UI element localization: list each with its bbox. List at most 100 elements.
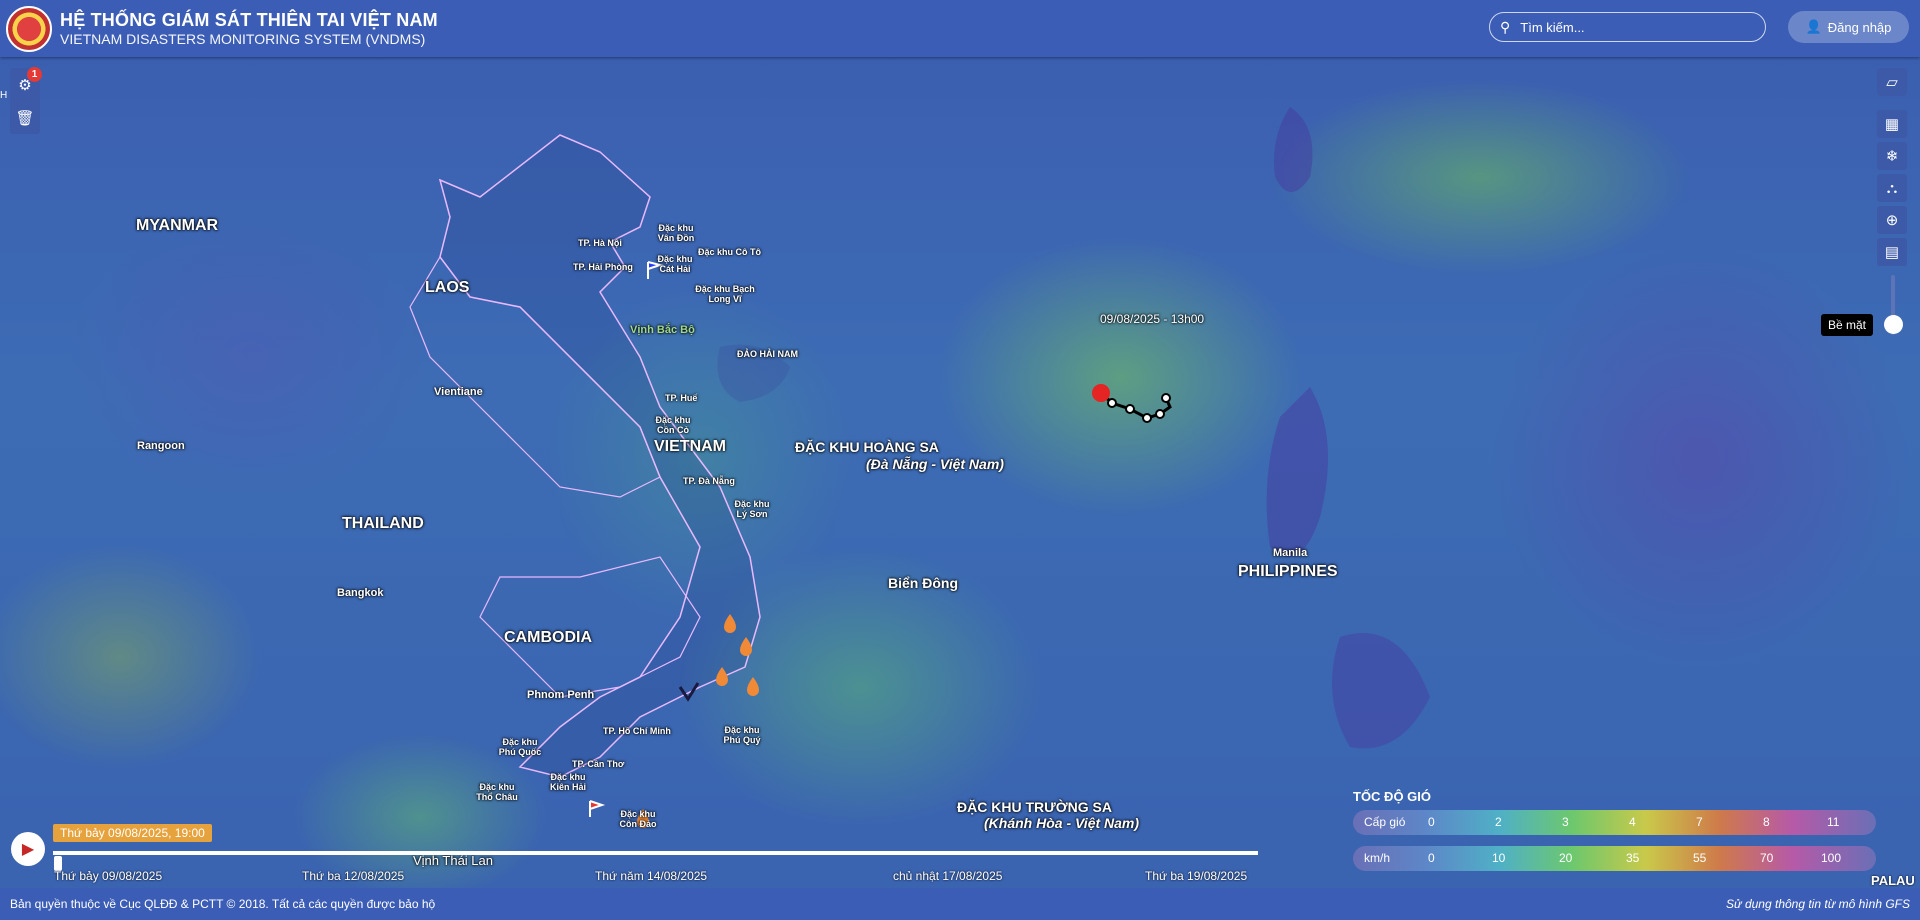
label-palau: PALAU <box>1871 873 1915 888</box>
timeline-tick: chủ nhật 17/08/2025 <box>893 869 1003 883</box>
timeline-track[interactable] <box>53 851 1258 855</box>
wind-map[interactable]: MYANMAR LAOS THAILAND CAMBODIA VIETNAM P… <box>0 57 1920 888</box>
edge-letter: H <box>0 90 8 101</box>
label-truong-sa: ĐẶC KHU TRƯỜNG SA <box>957 799 1112 815</box>
app-titles: HỆ THỐNG GIÁM SÁT THIÊN TAI VIỆT NAM VIE… <box>60 10 438 47</box>
right-toolbar: ▱ ▦ ❄ ⛬ ⊕ ▤ <box>1877 68 1909 266</box>
taiwan-island <box>1274 107 1313 192</box>
notification-badge: 1 <box>27 67 42 82</box>
legend-kmh-value: 35 <box>1626 851 1640 865</box>
legend-level-value: 7 <box>1696 815 1703 829</box>
label-vientiane: Vientiane <box>434 386 483 398</box>
label-bien-dong: Biển Đông <box>888 575 958 591</box>
legend-kmh-value: 20 <box>1559 851 1573 865</box>
label-dao-hai-nam: ĐẢO HẢI NAM <box>737 349 798 359</box>
philippines-south <box>1332 633 1430 749</box>
label-rangoon: Rangoon <box>137 440 185 452</box>
luzon-island <box>1266 387 1328 557</box>
storm-point <box>1142 413 1152 423</box>
label-van-don: Đặc khu Vân Đồn <box>657 223 695 244</box>
timeline-tick: Thứ năm 14/08/2025 <box>595 869 708 883</box>
map-overlay <box>409 107 1430 828</box>
label-co-to: Đặc khu Cô Tô <box>698 247 762 257</box>
label-hanoi: TP. Hà Nội <box>578 238 622 248</box>
label-phu-quoc: Đặc khu Phú Quốc <box>498 737 542 758</box>
label-vinh-thai-lan: Vịnh Thái Lan <box>413 853 493 868</box>
vietnam-border <box>438 134 761 778</box>
label-truong-sa-sub: (Khánh Hòa - Việt Nam) <box>984 815 1140 831</box>
storm-time-label: 09/08/2025 - 13h00 <box>1100 312 1205 326</box>
layers-icon[interactable]: ▦ <box>1877 110 1907 138</box>
label-manila: Manila <box>1273 547 1308 559</box>
footer-bar: Bản quyền thuộc về Cục QLĐĐ & PCTT © 201… <box>0 888 1920 920</box>
search-icon: ⚲ <box>1500 18 1511 35</box>
warning-marker <box>747 677 759 696</box>
label-philippines: PHILIPPINES <box>1238 563 1338 580</box>
label-haiphong: TP. Hải Phòng <box>573 262 633 272</box>
label-cat-hai: Đặc khu Cát Hải <box>657 254 693 275</box>
search-input[interactable] <box>1518 18 1743 36</box>
legend-kmh-value: 70 <box>1760 851 1774 865</box>
footer-copyright: Bản quyền thuộc về Cục QLĐĐ & PCTT © 201… <box>10 897 436 911</box>
flag-marker <box>589 800 606 817</box>
timeline-tick: Thứ bảy 09/08/2025 <box>54 869 163 883</box>
label-hoang-sa: ĐẶC KHU HOÀNG SA <box>795 439 939 455</box>
snowflake-icon[interactable]: ❄ <box>1877 142 1907 170</box>
storm-current-position <box>1092 384 1110 402</box>
altitude-slider-knob[interactable] <box>1884 315 1903 334</box>
legend-level-value: 0 <box>1428 815 1435 829</box>
storm-point <box>1161 393 1171 403</box>
label-cantho: TP. Cần Thơ <box>572 759 625 769</box>
label-phnom-penh: Phnom Penh <box>527 689 595 701</box>
label-hcm: TP. Hồ Chí Minh <box>603 726 671 736</box>
label-tho-chau: Đặc khu Thổ Châu <box>476 782 518 803</box>
label-laos: LAOS <box>425 279 470 296</box>
search-box[interactable]: ⚲ <box>1489 12 1766 42</box>
label-danang: TP. Đà Nẵng <box>683 476 735 486</box>
label-hue: TP. Huế <box>665 393 698 403</box>
label-con-dao: Đặc khu Côn Đảo <box>619 809 657 830</box>
label-bach-long-vi: Đặc khu Bạch Long Vĩ <box>695 284 755 305</box>
network-icon[interactable]: ⛬ <box>1877 174 1907 202</box>
app-title: HỆ THỐNG GIÁM SÁT THIÊN TAI VIỆT NAM <box>60 10 438 31</box>
play-button[interactable]: ▶ <box>11 832 45 866</box>
book-icon[interactable]: ▤ <box>1877 238 1907 266</box>
legend-kmh-value: 0 <box>1428 851 1435 865</box>
app-subtitle: VIETNAM DISASTERS MONITORING SYSTEM (VND… <box>60 30 426 47</box>
legend-level-value: 3 <box>1562 815 1569 829</box>
label-con-co: Đặc khu Cồn Cỏ <box>655 415 691 436</box>
legend-level-value: 4 <box>1629 815 1636 829</box>
trash-icon[interactable]: 🗑 <box>15 109 34 127</box>
legend-kmh-value: 55 <box>1693 851 1707 865</box>
legend-level-bar: Cấp gió 0 2 3 4 7 8 11 <box>1353 810 1876 835</box>
label-vinh-bac-bo: Vịnh Bắc Bộ <box>630 324 695 336</box>
legend-kmh-value: 100 <box>1821 851 1842 865</box>
top-header: HỆ THỐNG GIÁM SÁT THIÊN TAI VIỆT NAM VIE… <box>0 0 1920 57</box>
legend-level-label: Cấp gió <box>1364 815 1406 829</box>
login-label: Đăng nhập <box>1827 19 1892 35</box>
app-logo[interactable] <box>6 5 52 52</box>
zoom-icon[interactable]: ⊕ <box>1877 206 1907 234</box>
storm-point <box>1107 398 1117 408</box>
user-icon: 👤 <box>1805 19 1822 34</box>
legend-kmh-label: km/h <box>1364 851 1391 865</box>
label-vietnam: VIETNAM <box>654 438 726 455</box>
legend-level-value: 2 <box>1495 815 1502 829</box>
legend-kmh-value: 10 <box>1492 851 1506 865</box>
current-time-badge: Thứ bảy 09/08/2025, 19:00 <box>53 824 212 842</box>
legend-title: TỐC ĐỘ GIÓ <box>1353 789 1431 804</box>
layer-tooltip: Bề mặt <box>1821 314 1873 336</box>
timeline-tick: Thứ ba 19/08/2025 <box>1145 869 1248 883</box>
label-hoang-sa-sub: (Đà Nẵng - Việt Nam) <box>866 456 1004 472</box>
legend-kmh-bar: km/h 0 10 20 35 55 70 100 <box>1353 846 1876 871</box>
legend-level-value: 11 <box>1827 815 1840 829</box>
label-cambodia: CAMBODIA <box>504 629 592 646</box>
map-icon[interactable]: ▱ <box>1877 68 1907 96</box>
label-thailand: THAILAND <box>342 515 424 532</box>
legend-level-value: 8 <box>1763 815 1770 829</box>
label-ly-son: Đặc khu Lý Sơn <box>734 499 770 520</box>
timeline-tick: Thứ ba 12/08/2025 <box>302 869 405 883</box>
login-button[interactable]: 👤 Đăng nhập <box>1788 11 1909 43</box>
storm-point <box>1125 404 1135 414</box>
